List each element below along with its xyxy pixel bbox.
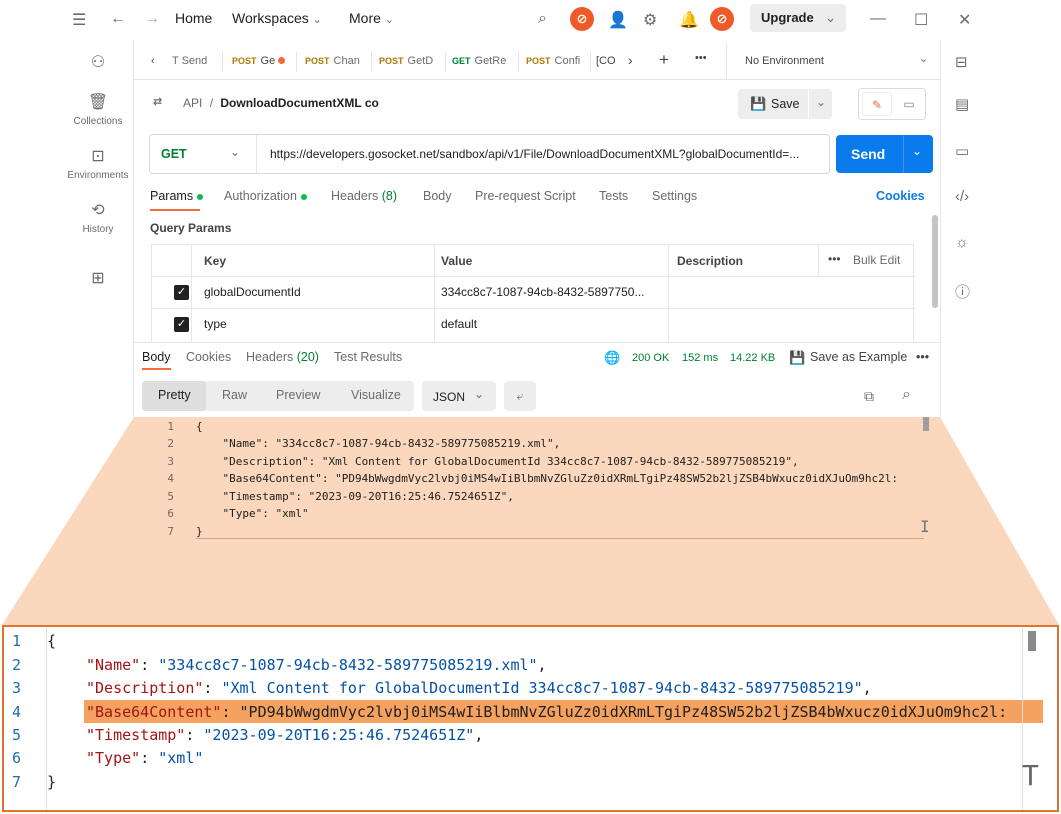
response-code-viewer[interactable]: 1 2 3 4 5 6 7 { "Name": "334cc8c7-1087-9…: [134, 417, 940, 560]
code-line: "Base64Content": "PD94bWwgdmVyc2lvbj0iMS…: [196, 472, 898, 485]
code-line: "Name": "334cc8c7-1087-94cb-8432-5897750…: [86, 656, 547, 674]
json-value: "2023-09-20T16:25:46.7524651Z": [203, 726, 475, 744]
line-number: 7: [167, 525, 174, 538]
code-line: "Timestamp": "2023-09-20T16:25:46.752465…: [196, 490, 514, 503]
line-number: 2: [167, 437, 174, 450]
json-value: "PD94bWwgdmVyc2lvbj0iMS4wIiBlbmNvZGluZz0…: [239, 703, 1008, 721]
json-key: "Type": [86, 749, 141, 767]
line-number: 3: [12, 679, 22, 697]
line-number: 4: [12, 703, 22, 721]
code-line: }: [47, 773, 57, 791]
code-line: "Description": "Xml Content for GlobalDo…: [86, 679, 872, 697]
json-value: "334cc8c7-1087-94cb-8432-589775085219.xm…: [158, 656, 538, 674]
json-key: "Description": [86, 679, 204, 697]
line-number: 3: [167, 455, 174, 468]
current-line-underline: [196, 538, 924, 539]
line-number: 1: [167, 420, 174, 433]
line-number: 6: [167, 507, 174, 520]
code-line: "Timestamp": "2023-09-20T16:25:46.752465…: [86, 726, 484, 744]
zoomed-code-view: 1 2 3 4 5 6 7 { "Name": "334cc8c7-1087-9…: [2, 625, 1059, 812]
code-line: "Type": "xml": [196, 507, 309, 520]
code-line: "Name": "334cc8c7-1087-94cb-8432-5897750…: [196, 437, 561, 450]
line-number: 5: [167, 490, 174, 503]
json-key: "Base64Content": [86, 703, 222, 721]
code-line: "Base64Content": "PD94bWwgdmVyc2lvbj0iMS…: [86, 703, 1008, 721]
code-scrollbar[interactable]: [923, 417, 929, 431]
line-number: 6: [12, 749, 22, 767]
text-cursor-icon: I: [920, 517, 930, 536]
code-line: }: [196, 525, 203, 538]
line-number: 5: [12, 726, 22, 744]
line-number: 2: [12, 656, 22, 674]
code-line: {: [196, 420, 203, 433]
code-line: "Type": "xml": [86, 749, 204, 767]
json-value: "Xml Content for GlobalDocumentId 334cc8…: [221, 679, 863, 697]
json-value: "xml": [158, 749, 204, 767]
gutter-divider: [46, 627, 47, 810]
json-key: "Timestamp": [86, 726, 186, 744]
code-scrollbar: [1028, 631, 1036, 651]
line-number: 7: [12, 773, 22, 791]
text-cursor-icon: T: [1022, 759, 1039, 792]
line-number: 4: [167, 472, 174, 485]
json-key: "Name": [86, 656, 141, 674]
code-line: {: [47, 632, 57, 650]
code-line: "Description": "Xml Content for GlobalDo…: [196, 455, 799, 468]
line-number: 1: [12, 632, 22, 650]
